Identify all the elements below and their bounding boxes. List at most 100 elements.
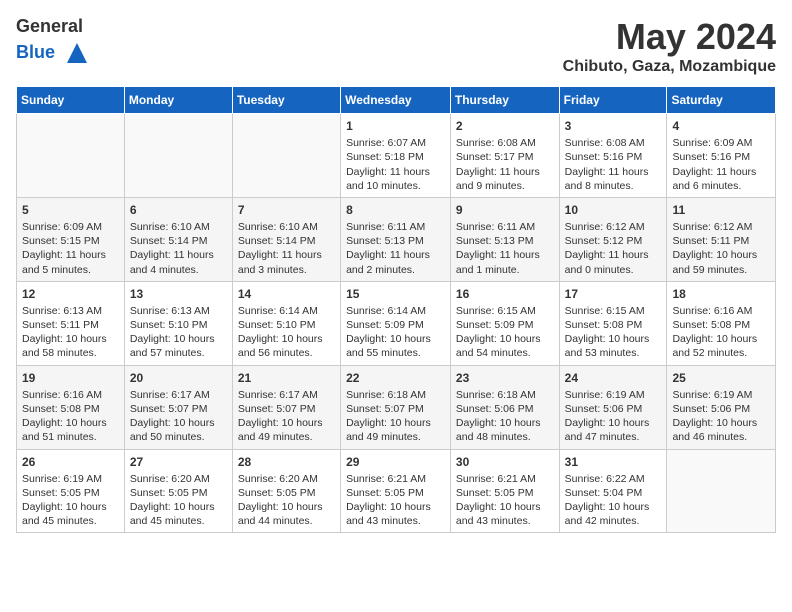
col-header-tuesday: Tuesday <box>232 87 340 114</box>
day-info: Sunrise: 6:20 AMSunset: 5:05 PMDaylight:… <box>130 472 227 529</box>
day-number: 24 <box>565 370 662 386</box>
day-number: 14 <box>238 286 335 302</box>
calendar-cell: 4 Sunrise: 6:09 AMSunset: 5:16 PMDaylight… <box>667 114 776 198</box>
calendar-cell <box>667 449 776 533</box>
calendar-cell: 29 Sunrise: 6:21 AMSunset: 5:05 PMDayligh… <box>341 449 451 533</box>
logo-general: General <box>16 16 83 36</box>
calendar-cell: 24 Sunrise: 6:19 AMSunset: 5:06 PMDayligh… <box>559 365 667 449</box>
day-info: Sunrise: 6:14 AMSunset: 5:10 PMDaylight:… <box>238 304 335 361</box>
day-number: 20 <box>130 370 227 386</box>
day-number: 22 <box>346 370 445 386</box>
col-header-wednesday: Wednesday <box>341 87 451 114</box>
day-number: 13 <box>130 286 227 302</box>
day-info: Sunrise: 6:19 AMSunset: 5:05 PMDaylight:… <box>22 472 119 529</box>
logo-blue: Blue <box>16 41 55 61</box>
col-header-saturday: Saturday <box>667 87 776 114</box>
calendar-cell: 18Sunrise: 6:16 AMSunset: 5:08 PMDayligh… <box>667 281 776 365</box>
calendar-week-3: 19 Sunrise: 6:16 AMSunset: 5:08 PMDayligh… <box>17 365 776 449</box>
calendar-cell: 11Sunrise: 6:12 AMSunset: 5:11 PMDayligh… <box>667 197 776 281</box>
calendar-cell: 1Sunrise: 6:07 AMSunset: 5:18 PMDaylight… <box>341 114 451 198</box>
calendar-cell: 10 Sunrise: 6:12 AMSunset: 5:12 PMDayligh… <box>559 197 667 281</box>
day-info: Sunrise: 6:22 AMSunset: 5:04 PMDaylight:… <box>565 472 662 529</box>
calendar-cell: 9Sunrise: 6:11 AMSunset: 5:13 PMDaylight… <box>450 197 559 281</box>
calendar-cell: 25Sunrise: 6:19 AMSunset: 5:06 PMDayligh… <box>667 365 776 449</box>
day-number: 29 <box>346 454 445 470</box>
calendar-cell: 26 Sunrise: 6:19 AMSunset: 5:05 PMDayligh… <box>17 449 125 533</box>
day-number: 15 <box>346 286 445 302</box>
day-number: 6 <box>130 202 227 218</box>
day-info: Sunrise: 6:16 AMSunset: 5:08 PMDaylight:… <box>22 388 119 445</box>
calendar-week-1: 5 Sunrise: 6:09 AMSunset: 5:15 PMDaylight… <box>17 197 776 281</box>
day-number: 3 <box>565 118 662 134</box>
day-info: Sunrise: 6:13 AMSunset: 5:10 PMDaylight:… <box>130 304 227 361</box>
day-number: 21 <box>238 370 335 386</box>
calendar-cell: 8Sunrise: 6:11 AMSunset: 5:13 PMDaylight… <box>341 197 451 281</box>
day-info: Sunrise: 6:18 AMSunset: 5:07 PMDaylight:… <box>346 388 445 445</box>
day-number: 16 <box>456 286 554 302</box>
calendar-cell: 21 Sunrise: 6:17 AMSunset: 5:07 PMDayligh… <box>232 365 340 449</box>
day-info: Sunrise: 6:20 AMSunset: 5:05 PMDaylight:… <box>238 472 335 529</box>
calendar-cell: 15 Sunrise: 6:14 AMSunset: 5:09 PMDayligh… <box>341 281 451 365</box>
day-info: Sunrise: 6:17 AMSunset: 5:07 PMDaylight:… <box>238 388 335 445</box>
day-number: 17 <box>565 286 662 302</box>
calendar-cell: 12 Sunrise: 6:13 AMSunset: 5:11 PMDayligh… <box>17 281 125 365</box>
month-title: May 2024 <box>563 16 776 58</box>
calendar-cell: 3 Sunrise: 6:08 AMSunset: 5:16 PMDaylight… <box>559 114 667 198</box>
calendar-cell <box>17 114 125 198</box>
day-number: 8 <box>346 202 445 218</box>
calendar-cell: 6Sunrise: 6:10 AMSunset: 5:14 PMDaylight… <box>124 197 232 281</box>
calendar-cell: 28 Sunrise: 6:20 AMSunset: 5:05 PMDayligh… <box>232 449 340 533</box>
location-title: Chibuto, Gaza, Mozambique <box>563 58 776 76</box>
day-number: 1 <box>346 118 445 134</box>
day-info: Sunrise: 6:17 AMSunset: 5:07 PMDaylight:… <box>130 388 227 445</box>
calendar-cell: 17 Sunrise: 6:15 AMSunset: 5:08 PMDayligh… <box>559 281 667 365</box>
calendar-cell: 23Sunrise: 6:18 AMSunset: 5:06 PMDayligh… <box>450 365 559 449</box>
calendar-cell: 30Sunrise: 6:21 AMSunset: 5:05 PMDayligh… <box>450 449 559 533</box>
day-info: Sunrise: 6:15 AMSunset: 5:08 PMDaylight:… <box>565 304 662 361</box>
calendar-header-row: SundayMondayTuesdayWednesdayThursdayFrid… <box>17 87 776 114</box>
day-info: Sunrise: 6:08 AMSunset: 5:16 PMDaylight:… <box>565 136 662 193</box>
calendar-cell: 2Sunrise: 6:08 AMSunset: 5:17 PMDaylight… <box>450 114 559 198</box>
calendar-cell <box>124 114 232 198</box>
header: General Blue May 2024 Chibuto, Gaza, Moz… <box>16 16 776 76</box>
day-number: 26 <box>22 454 119 470</box>
calendar-cell: 22 Sunrise: 6:18 AMSunset: 5:07 PMDayligh… <box>341 365 451 449</box>
day-number: 4 <box>672 118 770 134</box>
day-info: Sunrise: 6:15 AMSunset: 5:09 PMDaylight:… <box>456 304 554 361</box>
day-number: 7 <box>238 202 335 218</box>
day-info: Sunrise: 6:09 AMSunset: 5:16 PMDaylight:… <box>672 136 770 193</box>
day-info: Sunrise: 6:14 AMSunset: 5:09 PMDaylight:… <box>346 304 445 361</box>
col-header-sunday: Sunday <box>17 87 125 114</box>
day-info: Sunrise: 6:13 AMSunset: 5:11 PMDaylight:… <box>22 304 119 361</box>
calendar-cell: 7 Sunrise: 6:10 AMSunset: 5:14 PMDaylight… <box>232 197 340 281</box>
day-number: 31 <box>565 454 662 470</box>
col-header-monday: Monday <box>124 87 232 114</box>
calendar-week-0: 1Sunrise: 6:07 AMSunset: 5:18 PMDaylight… <box>17 114 776 198</box>
col-header-friday: Friday <box>559 87 667 114</box>
day-number: 5 <box>22 202 119 218</box>
day-info: Sunrise: 6:19 AMSunset: 5:06 PMDaylight:… <box>565 388 662 445</box>
day-info: Sunrise: 6:10 AMSunset: 5:14 PMDaylight:… <box>238 220 335 277</box>
title-block: May 2024 Chibuto, Gaza, Mozambique <box>563 16 776 76</box>
calendar-cell: 13 Sunrise: 6:13 AMSunset: 5:10 PMDayligh… <box>124 281 232 365</box>
day-number: 19 <box>22 370 119 386</box>
calendar-cell: 19 Sunrise: 6:16 AMSunset: 5:08 PMDayligh… <box>17 365 125 449</box>
day-info: Sunrise: 6:21 AMSunset: 5:05 PMDaylight:… <box>346 472 445 529</box>
col-header-thursday: Thursday <box>450 87 559 114</box>
calendar-cell: 31 Sunrise: 6:22 AMSunset: 5:04 PMDayligh… <box>559 449 667 533</box>
day-number: 9 <box>456 202 554 218</box>
calendar: SundayMondayTuesdayWednesdayThursdayFrid… <box>16 86 776 533</box>
day-number: 12 <box>22 286 119 302</box>
calendar-cell: 27 Sunrise: 6:20 AMSunset: 5:05 PMDayligh… <box>124 449 232 533</box>
day-info: Sunrise: 6:16 AMSunset: 5:08 PMDaylight:… <box>672 304 770 361</box>
day-info: Sunrise: 6:12 AMSunset: 5:12 PMDaylight:… <box>565 220 662 277</box>
day-number: 23 <box>456 370 554 386</box>
logo-icon <box>62 38 92 68</box>
day-info: Sunrise: 6:19 AMSunset: 5:06 PMDaylight:… <box>672 388 770 445</box>
day-number: 28 <box>238 454 335 470</box>
day-number: 27 <box>130 454 227 470</box>
day-number: 10 <box>565 202 662 218</box>
logo: General Blue <box>16 16 92 68</box>
day-info: Sunrise: 6:09 AMSunset: 5:15 PMDaylight:… <box>22 220 119 277</box>
calendar-cell: 14 Sunrise: 6:14 AMSunset: 5:10 PMDayligh… <box>232 281 340 365</box>
